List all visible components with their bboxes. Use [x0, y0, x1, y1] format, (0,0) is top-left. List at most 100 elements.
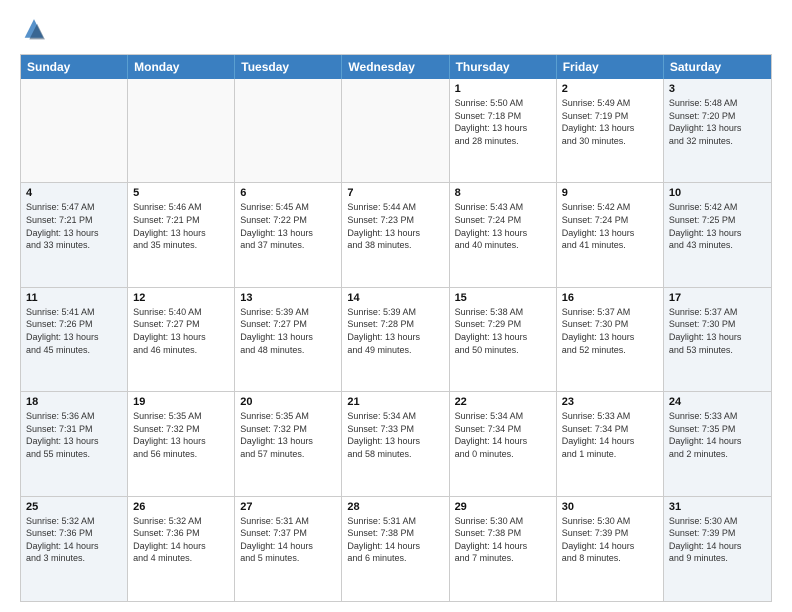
day-number: 5: [133, 187, 229, 199]
day-number: 19: [133, 396, 229, 408]
cell-info: Sunrise: 5:34 AM Sunset: 7:33 PM Dayligh…: [347, 410, 443, 460]
day-number: 10: [669, 187, 766, 199]
day-number: 18: [26, 396, 122, 408]
cell-info: Sunrise: 5:30 AM Sunset: 7:39 PM Dayligh…: [669, 515, 766, 565]
day-cell-11: 11 Sunrise: 5:41 AM Sunset: 7:26 PM Dayli…: [21, 288, 128, 391]
day-cell-7: 7Sunrise: 5:44 AM Sunset: 7:23 PM Daylig…: [342, 183, 449, 286]
weekday-header-wednesday: Wednesday: [342, 55, 449, 79]
cell-info: Sunrise: 5:37 AM Sunset: 7:30 PM Dayligh…: [669, 306, 766, 356]
day-cell-25: 25 Sunrise: 5:32 AM Sunset: 7:36 PM Dayli…: [21, 497, 128, 601]
empty-cell: [235, 79, 342, 182]
cell-info: Sunrise: 5:30 AM Sunset: 7:38 PM Dayligh…: [455, 515, 551, 565]
cell-info: Sunrise: 5:30 AM Sunset: 7:39 PM Dayligh…: [562, 515, 658, 565]
cell-info: Sunrise: 5:41 AM Sunset: 7:26 PM Dayligh…: [26, 306, 122, 356]
day-cell-24: 24 Sunrise: 5:33 AM Sunset: 7:35 PM Dayli…: [664, 392, 771, 495]
day-number: 30: [562, 501, 658, 513]
cell-info: Sunrise: 5:32 AM Sunset: 7:36 PM Dayligh…: [133, 515, 229, 565]
day-cell-13: 13Sunrise: 5:39 AM Sunset: 7:27 PM Dayli…: [235, 288, 342, 391]
day-number: 21: [347, 396, 443, 408]
cell-info: Sunrise: 5:42 AM Sunset: 7:24 PM Dayligh…: [562, 201, 658, 251]
calendar: SundayMondayTuesdayWednesdayThursdayFrid…: [20, 54, 772, 602]
day-number: 12: [133, 292, 229, 304]
weekday-header-tuesday: Tuesday: [235, 55, 342, 79]
cell-info: Sunrise: 5:37 AM Sunset: 7:30 PM Dayligh…: [562, 306, 658, 356]
cell-info: Sunrise: 5:35 AM Sunset: 7:32 PM Dayligh…: [133, 410, 229, 460]
day-cell-22: 22Sunrise: 5:34 AM Sunset: 7:34 PM Dayli…: [450, 392, 557, 495]
logo-icon: [20, 16, 48, 44]
cell-info: Sunrise: 5:42 AM Sunset: 7:25 PM Dayligh…: [669, 201, 766, 251]
cell-info: Sunrise: 5:47 AM Sunset: 7:21 PM Dayligh…: [26, 201, 122, 251]
weekday-header-monday: Monday: [128, 55, 235, 79]
day-number: 11: [26, 292, 122, 304]
day-cell-19: 19 Sunrise: 5:35 AM Sunset: 7:32 PM Dayli…: [128, 392, 235, 495]
cell-info: Sunrise: 5:32 AM Sunset: 7:36 PM Dayligh…: [26, 515, 122, 565]
day-cell-21: 21 Sunrise: 5:34 AM Sunset: 7:33 PM Dayli…: [342, 392, 449, 495]
day-number: 22: [455, 396, 551, 408]
empty-cell: [342, 79, 449, 182]
cell-info: Sunrise: 5:44 AM Sunset: 7:23 PM Dayligh…: [347, 201, 443, 251]
day-cell-31: 31 Sunrise: 5:30 AM Sunset: 7:39 PM Dayli…: [664, 497, 771, 601]
weekday-header-sunday: Sunday: [21, 55, 128, 79]
cell-info: Sunrise: 5:39 AM Sunset: 7:28 PM Dayligh…: [347, 306, 443, 356]
cell-info: Sunrise: 5:48 AM Sunset: 7:20 PM Dayligh…: [669, 97, 766, 147]
cell-info: Sunrise: 5:50 AM Sunset: 7:18 PM Dayligh…: [455, 97, 551, 147]
cell-info: Sunrise: 5:49 AM Sunset: 7:19 PM Dayligh…: [562, 97, 658, 147]
day-cell-4: 4 Sunrise: 5:47 AM Sunset: 7:21 PM Daylig…: [21, 183, 128, 286]
logo: [20, 16, 52, 44]
day-cell-15: 15 Sunrise: 5:38 AM Sunset: 7:29 PM Dayli…: [450, 288, 557, 391]
weekday-header-friday: Friday: [557, 55, 664, 79]
day-number: 13: [240, 292, 336, 304]
day-cell-27: 27Sunrise: 5:31 AM Sunset: 7:37 PM Dayli…: [235, 497, 342, 601]
day-number: 27: [240, 501, 336, 513]
day-cell-10: 10 Sunrise: 5:42 AM Sunset: 7:25 PM Dayli…: [664, 183, 771, 286]
day-number: 2: [562, 83, 658, 95]
day-number: 17: [669, 292, 766, 304]
page: SundayMondayTuesdayWednesdayThursdayFrid…: [0, 0, 792, 612]
day-number: 14: [347, 292, 443, 304]
day-cell-9: 9Sunrise: 5:42 AM Sunset: 7:24 PM Daylig…: [557, 183, 664, 286]
cell-info: Sunrise: 5:43 AM Sunset: 7:24 PM Dayligh…: [455, 201, 551, 251]
day-cell-5: 5 Sunrise: 5:46 AM Sunset: 7:21 PM Daylig…: [128, 183, 235, 286]
cell-info: Sunrise: 5:33 AM Sunset: 7:34 PM Dayligh…: [562, 410, 658, 460]
day-number: 24: [669, 396, 766, 408]
day-number: 31: [669, 501, 766, 513]
day-number: 4: [26, 187, 122, 199]
day-cell-29: 29 Sunrise: 5:30 AM Sunset: 7:38 PM Dayli…: [450, 497, 557, 601]
day-cell-18: 18 Sunrise: 5:36 AM Sunset: 7:31 PM Dayli…: [21, 392, 128, 495]
cell-info: Sunrise: 5:45 AM Sunset: 7:22 PM Dayligh…: [240, 201, 336, 251]
cell-info: Sunrise: 5:38 AM Sunset: 7:29 PM Dayligh…: [455, 306, 551, 356]
day-cell-28: 28Sunrise: 5:31 AM Sunset: 7:38 PM Dayli…: [342, 497, 449, 601]
day-cell-17: 17 Sunrise: 5:37 AM Sunset: 7:30 PM Dayli…: [664, 288, 771, 391]
calendar-body: 1 Sunrise: 5:50 AM Sunset: 7:18 PM Daylig…: [21, 79, 771, 601]
cell-info: Sunrise: 5:33 AM Sunset: 7:35 PM Dayligh…: [669, 410, 766, 460]
calendar-row-0: 1 Sunrise: 5:50 AM Sunset: 7:18 PM Daylig…: [21, 79, 771, 183]
day-cell-20: 20Sunrise: 5:35 AM Sunset: 7:32 PM Dayli…: [235, 392, 342, 495]
empty-cell: [21, 79, 128, 182]
header: [20, 16, 772, 44]
day-cell-23: 23 Sunrise: 5:33 AM Sunset: 7:34 PM Dayli…: [557, 392, 664, 495]
day-cell-8: 8 Sunrise: 5:43 AM Sunset: 7:24 PM Daylig…: [450, 183, 557, 286]
day-number: 28: [347, 501, 443, 513]
day-number: 25: [26, 501, 122, 513]
cell-info: Sunrise: 5:46 AM Sunset: 7:21 PM Dayligh…: [133, 201, 229, 251]
cell-info: Sunrise: 5:35 AM Sunset: 7:32 PM Dayligh…: [240, 410, 336, 460]
cell-info: Sunrise: 5:36 AM Sunset: 7:31 PM Dayligh…: [26, 410, 122, 460]
day-cell-14: 14 Sunrise: 5:39 AM Sunset: 7:28 PM Dayli…: [342, 288, 449, 391]
calendar-row-2: 11 Sunrise: 5:41 AM Sunset: 7:26 PM Dayli…: [21, 288, 771, 392]
day-number: 15: [455, 292, 551, 304]
calendar-header: SundayMondayTuesdayWednesdayThursdayFrid…: [21, 55, 771, 79]
day-cell-16: 16Sunrise: 5:37 AM Sunset: 7:30 PM Dayli…: [557, 288, 664, 391]
day-number: 8: [455, 187, 551, 199]
day-number: 26: [133, 501, 229, 513]
empty-cell: [128, 79, 235, 182]
day-number: 23: [562, 396, 658, 408]
day-cell-12: 12Sunrise: 5:40 AM Sunset: 7:27 PM Dayli…: [128, 288, 235, 391]
day-number: 1: [455, 83, 551, 95]
calendar-row-3: 18 Sunrise: 5:36 AM Sunset: 7:31 PM Dayli…: [21, 392, 771, 496]
day-cell-1: 1 Sunrise: 5:50 AM Sunset: 7:18 PM Daylig…: [450, 79, 557, 182]
weekday-header-thursday: Thursday: [450, 55, 557, 79]
day-cell-26: 26 Sunrise: 5:32 AM Sunset: 7:36 PM Dayli…: [128, 497, 235, 601]
day-number: 29: [455, 501, 551, 513]
day-number: 3: [669, 83, 766, 95]
calendar-row-1: 4 Sunrise: 5:47 AM Sunset: 7:21 PM Daylig…: [21, 183, 771, 287]
